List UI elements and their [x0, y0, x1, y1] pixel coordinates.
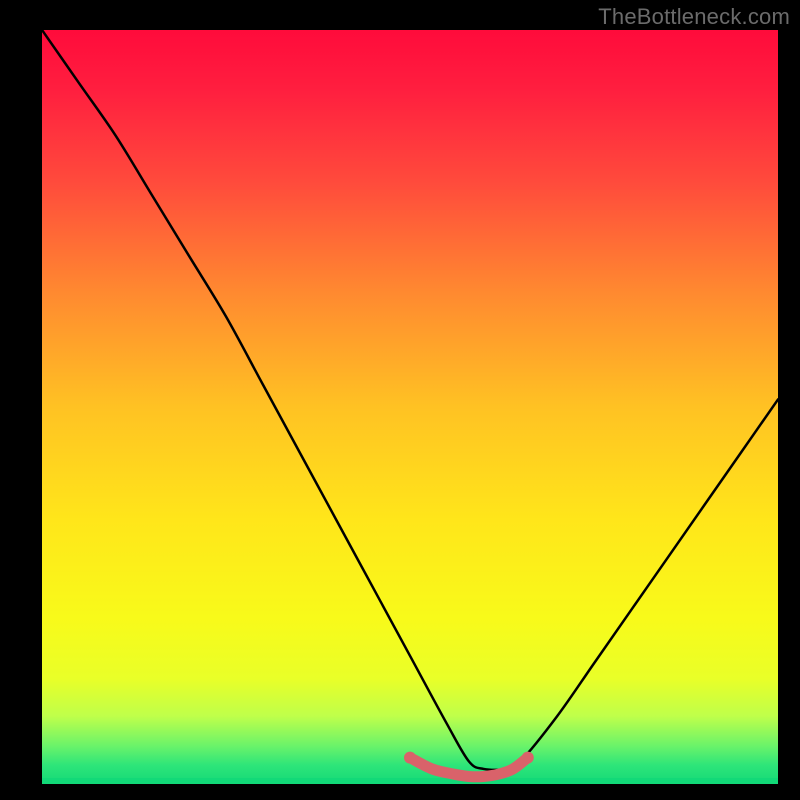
bottom-accent-bar [42, 778, 778, 784]
chart-container: TheBottleneck.com [0, 0, 800, 800]
optimal-endpoint-left [404, 752, 416, 764]
plot-area [42, 30, 778, 784]
bottleneck-chart [0, 0, 800, 800]
attribution-text: TheBottleneck.com [598, 4, 790, 30]
optimal-endpoint-right [522, 752, 534, 764]
